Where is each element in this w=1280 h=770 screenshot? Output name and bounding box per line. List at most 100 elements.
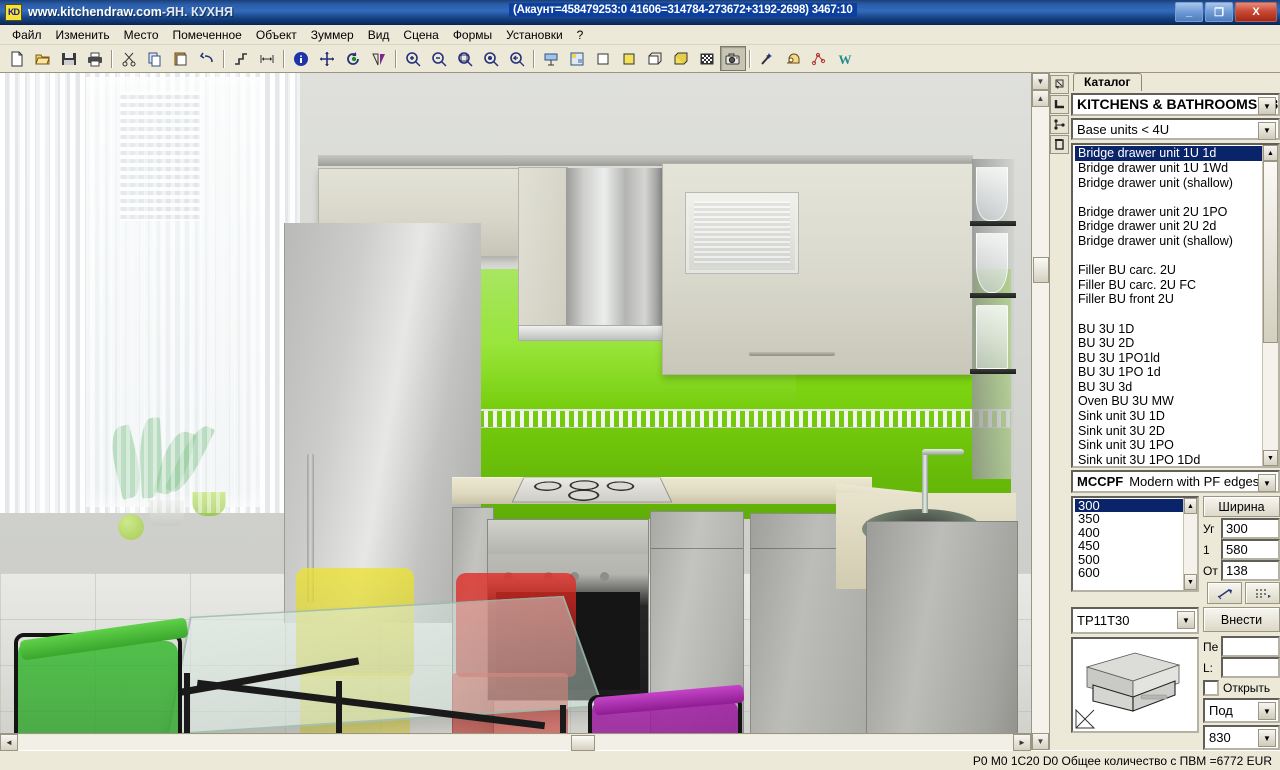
zoom-in-icon[interactable] [400, 46, 426, 71]
catalog-select[interactable]: KITCHENS & BATHROOMS V3 ▼ [1071, 93, 1280, 116]
viewport-hscrollbar[interactable]: ◄ ► [0, 733, 1031, 750]
chevron-down-icon[interactable]: ▼ [1258, 97, 1276, 115]
field-input-l[interactable]: 580 [1221, 539, 1280, 560]
size-option[interactable]: 350 [1075, 512, 1183, 525]
render-texture-icon[interactable] [694, 46, 720, 71]
list-item[interactable]: Bridge drawer unit 1U 1Wd [1075, 161, 1262, 176]
mirror-icon[interactable] [366, 46, 392, 71]
catalog-item-list[interactable]: Bridge drawer unit 1U 1d Bridge drawer u… [1071, 143, 1280, 468]
corner-wall-icon[interactable] [1050, 95, 1069, 114]
copy-icon[interactable] [142, 46, 168, 71]
magic-wand-icon[interactable] [754, 46, 780, 71]
finish-select[interactable]: MCCPF Modern with PF edges ▼ [1071, 470, 1280, 493]
viewport-vscrollbar[interactable]: ▼ ▲ ▼ [1031, 73, 1049, 750]
list-item[interactable]: BU 3U 2D [1075, 336, 1262, 351]
solid-yellow-icon[interactable] [616, 46, 642, 71]
vscroll-thumb[interactable] [1033, 257, 1049, 283]
hscroll-track[interactable] [18, 735, 1013, 750]
chevron-down-icon[interactable]: ▼ [1258, 702, 1276, 720]
position-select[interactable]: Под ▼ [1203, 698, 1280, 723]
select-arrow-icon[interactable] [1050, 75, 1069, 94]
cut-scissors-icon[interactable] [116, 46, 142, 71]
undo-arrow-icon[interactable] [194, 46, 220, 71]
vscroll-track[interactable] [1032, 107, 1049, 733]
dimension-icon[interactable] [254, 46, 280, 71]
field-input-pe[interactable] [1221, 636, 1280, 657]
size-option[interactable]: 450 [1075, 539, 1183, 552]
menu-item-marked[interactable]: Помеченное [166, 27, 249, 43]
restore-button[interactable]: ❐ [1205, 2, 1233, 22]
list-item[interactable] [1075, 190, 1262, 205]
save-disk-icon[interactable] [56, 46, 82, 71]
list-item[interactable]: BU 3U 1PO1ld [1075, 351, 1262, 366]
list-scroll-thumb[interactable] [1263, 161, 1278, 343]
field-input-ug[interactable]: 300 [1221, 518, 1280, 539]
vscroll-up-arrow[interactable]: ▲ [1032, 90, 1049, 107]
hscroll-thumb[interactable] [571, 735, 595, 751]
menu-item-object[interactable]: Объект [249, 27, 304, 43]
move-icon[interactable] [314, 46, 340, 71]
menu-item-settings[interactable]: Установки [499, 27, 569, 43]
list-item[interactable]: BU 3U 3d [1075, 380, 1262, 395]
wall-step-icon[interactable] [228, 46, 254, 71]
open-checkbox-row[interactable]: Открыть [1203, 679, 1280, 696]
panel-icon[interactable] [1050, 135, 1069, 154]
list-item[interactable]: BU 3U 1PO 1d [1075, 365, 1262, 380]
polyline-icon[interactable] [806, 46, 832, 71]
open-checkbox[interactable] [1203, 680, 1219, 696]
print-icon[interactable] [82, 46, 108, 71]
rotate-icon[interactable] [340, 46, 366, 71]
chevron-down-icon[interactable]: ▼ [1258, 122, 1276, 140]
list-scroll-up-arrow[interactable]: ▲ [1263, 145, 1278, 161]
variant-select[interactable]: TP11T30 ▼ [1071, 607, 1199, 634]
menu-item-place[interactable]: Место [117, 27, 166, 43]
chevron-down-icon[interactable]: ▼ [1258, 729, 1276, 747]
list-item[interactable]: Filler BU carc. 2U FC [1075, 278, 1262, 293]
box-solid-icon[interactable] [668, 46, 694, 71]
catalog-list-scrollbar[interactable]: ▲ ▼ [1262, 145, 1278, 466]
snap-diagonal-icon[interactable] [1207, 582, 1242, 604]
list-item[interactable]: Bridge drawer unit (shallow) [1075, 176, 1262, 191]
apply-button[interactable]: Внести [1203, 607, 1280, 632]
plan-view-icon[interactable] [538, 46, 564, 71]
size-scroll-down-arrow[interactable]: ▼ [1184, 574, 1197, 590]
box-wireframe-icon[interactable] [642, 46, 668, 71]
render-viewport[interactable] [0, 73, 1031, 733]
node-link-icon[interactable] [1050, 115, 1069, 134]
size-option[interactable]: 300 [1075, 499, 1183, 512]
size-list-scrollbar[interactable]: ▲ ▼ [1183, 498, 1197, 590]
menu-item-edit[interactable]: Изменить [49, 27, 117, 43]
tab-catalog[interactable]: Каталог [1073, 73, 1142, 91]
measure-tape-icon[interactable] [780, 46, 806, 71]
info-icon[interactable] [288, 46, 314, 71]
minimize-button[interactable]: _ [1175, 2, 1203, 22]
menu-item-zoom[interactable]: Зуммер [304, 27, 361, 43]
menu-item-view[interactable]: Вид [361, 27, 397, 43]
list-item[interactable]: Oven BU 3U MW [1075, 394, 1262, 409]
zoom-all-icon[interactable] [478, 46, 504, 71]
list-item[interactable]: Bridge drawer unit 2U 2d [1075, 219, 1262, 234]
list-scroll-track[interactable] [1263, 161, 1278, 450]
menu-item-file[interactable]: Файл [5, 27, 49, 43]
zoom-previous-icon[interactable] [504, 46, 530, 71]
menu-item-forms[interactable]: Формы [446, 27, 499, 43]
new-document-icon[interactable] [4, 46, 30, 71]
paste-icon[interactable] [168, 46, 194, 71]
chevron-down-icon[interactable]: ▼ [1258, 474, 1276, 492]
chevron-down-icon[interactable]: ▼ [1177, 611, 1195, 629]
list-item[interactable]: BU 3U 1D [1075, 322, 1262, 337]
wireframe-white-icon[interactable] [590, 46, 616, 71]
field-input-ot[interactable]: 138 [1221, 560, 1280, 581]
menu-item-help[interactable]: ? [570, 27, 591, 43]
vscroll-down-arrow-top[interactable]: ▼ [1032, 73, 1049, 90]
elevation-view-icon[interactable] [564, 46, 590, 71]
zoom-window-icon[interactable] [452, 46, 478, 71]
list-item[interactable] [1075, 307, 1262, 322]
list-item[interactable]: Sink unit 3U 1PO [1075, 438, 1262, 453]
menu-item-scene[interactable]: Сцена [396, 27, 445, 43]
field-input-length[interactable] [1221, 657, 1280, 678]
list-item[interactable]: Bridge drawer unit 1U 1d [1075, 146, 1262, 161]
size-option[interactable]: 500 [1075, 553, 1183, 566]
hscroll-right-arrow[interactable]: ► [1013, 734, 1031, 751]
vscroll-down-arrow[interactable]: ▼ [1032, 733, 1049, 750]
